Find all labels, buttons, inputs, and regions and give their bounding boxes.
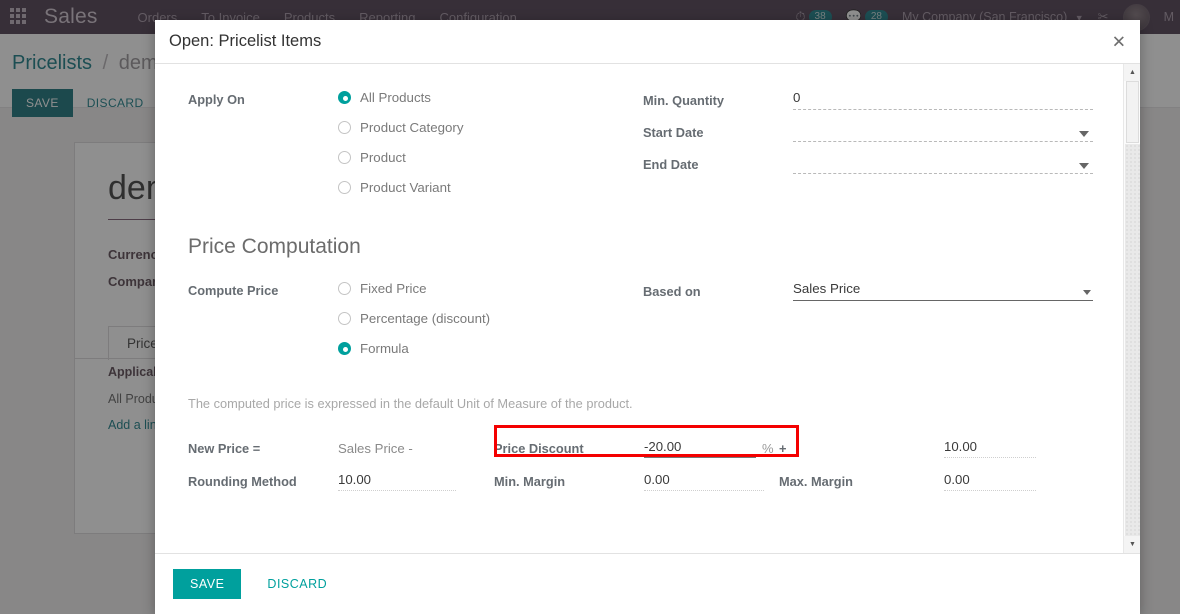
compute-price-label: Compute Price [188,283,279,298]
radio-selected-icon [338,91,351,104]
radio-label-product: Product [360,150,406,165]
scrollbar-track[interactable] [1124,81,1140,536]
dialog-header: Open: Pricelist Items ✕ [155,20,1140,64]
plus-input[interactable]: 10.00 [944,439,1036,458]
calendar-dropdown-icon[interactable] [1079,163,1089,169]
apply-on-right-column: Min. Quantity 0 Start Date End Date [643,90,1093,195]
scroll-up-icon[interactable]: ▲ [1124,64,1140,81]
dialog-title: Open: Pricelist Items [169,32,322,50]
radio-formula[interactable]: Formula [338,341,490,356]
radio-label-product-variant: Product Variant [360,180,451,195]
scrollbar-lower-track[interactable] [1125,144,1140,536]
min-margin-value-cell: 0.00 [644,472,779,491]
compute-price-radio-group: Fixed Price Percentage (discount) Formul… [338,281,490,356]
end-date-label: End Date [643,157,699,172]
close-icon[interactable]: ✕ [1112,33,1126,50]
save-button[interactable]: SAVE [173,569,242,599]
pricelist-items-dialog: Open: Pricelist Items ✕ Apply On All Pro… [155,20,1140,614]
min-quantity-field: Min. Quantity 0 [643,90,1093,110]
min-margin-input[interactable]: 0.00 [644,472,764,491]
apply-on-field: Apply On All Products Product Category P… [188,90,643,195]
based-on-field: Based on Sales Price [643,281,1093,301]
calendar-dropdown-icon[interactable] [1079,131,1089,137]
plus-value-cell: 10.00 [944,439,1036,458]
max-margin-value-cell: 0.00 [944,472,1036,491]
scrollbar-thumb[interactable] [1126,81,1139,143]
start-date-label: Start Date [643,125,704,140]
price-discount-input[interactable]: -20.00 [644,439,756,458]
radio-unselected-icon [338,312,351,325]
radio-unselected-icon [338,282,351,295]
radio-unselected-icon [338,151,351,164]
formula-row-2: Rounding Method 10.00 Min. Margin 0.00 M… [188,472,1093,491]
radio-fixed-price[interactable]: Fixed Price [338,281,490,296]
based-on-value: Sales Price [793,281,861,296]
compute-price-field: Compute Price Fixed Price Percentage (di… [188,281,643,356]
price-discount-label: Price Discount [494,441,584,456]
rounding-method-label: Rounding Method [188,474,297,489]
start-date-input[interactable] [793,123,1093,142]
radio-label-formula: Formula [360,341,409,356]
plus-label: + [779,441,787,456]
radio-product-category[interactable]: Product Category [338,120,463,135]
end-date-input[interactable] [793,155,1093,174]
dialog-body: Apply On All Products Product Category P… [155,64,1140,554]
price-discount-value-cell: -20.00 % [644,439,779,458]
max-margin-label-cell: Max. Margin [779,474,944,489]
chevron-down-icon[interactable] [1083,290,1091,295]
min-margin-label-cell: Min. Margin [494,474,644,489]
rounding-method-label-cell: Rounding Method [188,474,338,489]
based-on-label: Based on [643,283,701,299]
dialog-footer: SAVE DISCARD [155,554,1140,614]
max-margin-label: Max. Margin [779,474,853,489]
formula-grid: New Price = Sales Price - Price Discount… [188,425,1093,491]
radio-product-variant[interactable]: Product Variant [338,180,463,195]
compute-price-section: Compute Price Fixed Price Percentage (di… [188,281,1093,356]
computed-price-note: The computed price is expressed in the d… [188,396,633,411]
radio-label-percentage-discount: Percentage (discount) [360,311,491,326]
radio-selected-icon [338,342,351,355]
max-margin-input[interactable]: 0.00 [944,472,1036,491]
radio-unselected-icon [338,121,351,134]
percent-symbol: % [762,441,774,456]
radio-unselected-icon [338,181,351,194]
compute-price-right-column: Based on Sales Price [643,281,1093,356]
rounding-method-input[interactable]: 10.00 [338,472,456,491]
sales-price-label: Sales Price - [338,441,413,456]
price-discount-label-cell: Price Discount [494,441,644,456]
radio-label-fixed-price: Fixed Price [360,281,427,296]
radio-all-products[interactable]: All Products [338,90,463,105]
dialog-scroll-area: Apply On All Products Product Category P… [155,64,1123,553]
new-price-label: New Price = [188,441,261,456]
sales-price-label-cell: Sales Price - [338,441,494,456]
radio-label-all-products: All Products [360,90,431,105]
radio-percentage-discount[interactable]: Percentage (discount) [338,311,490,326]
radio-label-product-category: Product Category [360,120,464,135]
plus-label-cell: + [779,441,944,456]
rounding-method-value-cell: 10.00 [338,472,494,491]
radio-product[interactable]: Product [338,150,463,165]
formula-row-1: New Price = Sales Price - Price Discount… [188,439,1093,458]
min-margin-label: Min. Margin [494,474,566,489]
scroll-down-icon[interactable]: ▼ [1124,536,1140,553]
apply-on-radio-group: All Products Product Category Product Pr… [338,90,463,195]
based-on-select[interactable]: Sales Price [793,281,1093,301]
apply-on-section: Apply On All Products Product Category P… [188,90,1093,195]
min-quantity-label: Min. Quantity [643,92,725,108]
start-date-field: Start Date [643,123,1093,142]
end-date-field: End Date [643,155,1093,174]
apply-on-label: Apply On [188,92,245,107]
discard-button[interactable]: DISCARD [261,576,333,592]
new-price-label-cell: New Price = [188,441,338,456]
dialog-scrollbar[interactable]: ▲ ▼ [1123,64,1140,553]
min-quantity-input[interactable]: 0 [793,90,1093,110]
price-computation-heading: Price Computation [188,235,361,258]
